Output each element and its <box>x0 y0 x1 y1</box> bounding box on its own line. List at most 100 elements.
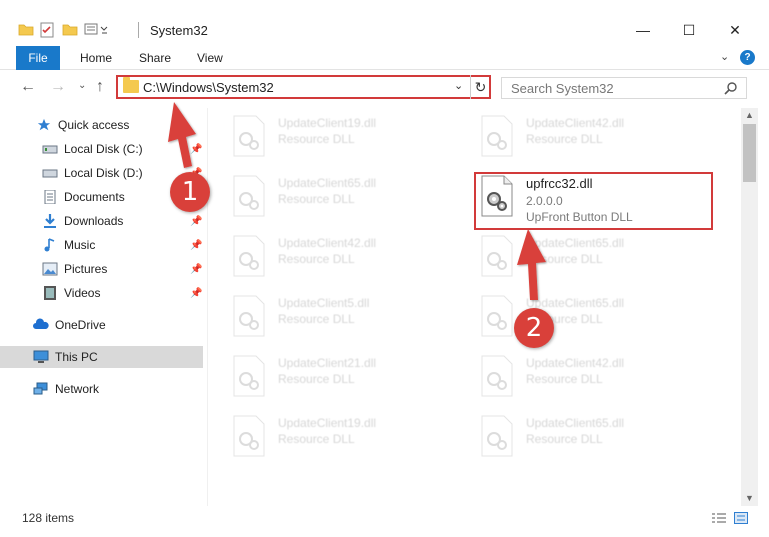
sidebar-item-label: Quick access <box>58 118 130 132</box>
status-bar: 128 items <box>0 506 769 537</box>
sidebar-item-local-disk-c[interactable]: Local Disk (C:) 📌 <box>0 138 203 160</box>
sidebar-item-label: Documents <box>64 190 125 204</box>
up-arrow-icon[interactable]: ↑ <box>96 78 104 96</box>
dll-file-icon <box>233 115 265 157</box>
file-description: Resource DLL <box>526 252 603 266</box>
maximize-button[interactable]: ☐ <box>666 16 712 44</box>
ribbon-tabs: File Home Share View ⌄ ? <box>0 46 769 70</box>
file-name: UpdateClient19.dll <box>278 116 377 130</box>
details-view-icon[interactable] <box>712 512 726 527</box>
file-item[interactable]: UpdateClient65.dll Resource DLL <box>210 170 450 224</box>
file-name: UpdateClient65.dll <box>526 416 625 430</box>
tab-view[interactable]: View <box>197 51 223 65</box>
pane-divider[interactable] <box>207 108 208 506</box>
sidebar-item-network[interactable]: Network <box>0 378 203 400</box>
sidebar-item-quick-access[interactable]: Quick access <box>0 114 203 136</box>
file-name: UpdateClient21.dll <box>278 356 377 370</box>
sidebar-item-label: Network <box>55 382 100 396</box>
close-button[interactable]: ✕ <box>712 16 758 44</box>
pin-icon[interactable]: 📌 <box>190 144 202 155</box>
minimize-button[interactable]: — <box>620 16 666 44</box>
file-item[interactable]: UpdateClient65.dll Resource DLL <box>458 410 698 464</box>
file-item[interactable]: UpdateClient42.dll Resource DLL <box>458 350 698 404</box>
file-description: Resource DLL <box>278 132 355 146</box>
dll-file-icon <box>481 355 513 397</box>
file-item[interactable]: UpdateClient42.dll Resource DLL <box>458 110 698 164</box>
sidebar-item-label: Videos <box>64 286 101 300</box>
tab-home[interactable]: Home <box>80 51 112 65</box>
dll-file-icon <box>233 295 265 337</box>
file-item[interactable]: UpdateClient19.dll Resource DLL <box>210 410 450 464</box>
file-list: UpdateClient19.dll Resource DLL UpdateCl… <box>210 108 741 506</box>
file-item[interactable]: UpdateClient42.dll Resource DLL <box>210 230 450 284</box>
videos-icon <box>44 286 56 300</box>
file-name: UpdateClient42.dll <box>526 356 625 370</box>
customize-toolbar-icon[interactable] <box>84 22 112 39</box>
computer-icon <box>33 350 49 363</box>
sidebar-item-label: Local Disk (C:) <box>64 142 143 156</box>
forward-arrow-icon[interactable]: → <box>50 78 66 96</box>
sidebar-item-label: This PC <box>55 350 98 364</box>
sidebar-item-downloads[interactable]: Downloads 📌 <box>0 210 203 232</box>
sidebar-item-music[interactable]: Music 📌 <box>0 234 203 256</box>
file-name: UpdateClient19.dll <box>278 416 377 430</box>
file-description: Resource DLL <box>278 312 355 326</box>
expand-ribbon-icon[interactable]: ⌄ <box>720 50 729 63</box>
help-icon[interactable]: ? <box>740 50 755 65</box>
downloads-icon <box>44 214 56 228</box>
pin-icon[interactable]: 📌 <box>190 264 202 275</box>
vertical-scrollbar[interactable]: ▲ ▼ <box>741 108 758 506</box>
sidebar-item-videos[interactable]: Videos 📌 <box>0 282 203 304</box>
address-path[interactable]: C:\Windows\System32 <box>143 80 274 95</box>
search-icon[interactable] <box>724 81 738 98</box>
tab-file[interactable]: File <box>16 46 60 70</box>
dll-file-icon <box>233 175 265 217</box>
file-item[interactable]: UpdateClient5.dll Resource DLL <box>210 290 450 344</box>
folder-icon[interactable] <box>18 22 34 39</box>
pin-icon[interactable]: 📌 <box>190 288 202 299</box>
back-arrow-icon[interactable]: ← <box>20 78 36 96</box>
navigation-pane: Quick access Local Disk (C:) 📌 Local Dis… <box>0 108 207 506</box>
sidebar-item-onedrive[interactable]: OneDrive <box>0 314 203 336</box>
sidebar-item-label: Pictures <box>64 262 108 276</box>
file-item[interactable]: UpdateClient21.dll Resource DLL <box>210 350 450 404</box>
new-folder-icon[interactable] <box>62 22 78 39</box>
sidebar-item-label: Local Disk (D:) <box>64 166 143 180</box>
star-icon <box>37 118 51 131</box>
dll-file-icon <box>233 235 265 277</box>
chevron-down-icon[interactable]: ⌄ <box>454 79 463 92</box>
scroll-up-icon[interactable]: ▲ <box>745 110 754 120</box>
dll-file-icon <box>481 415 513 457</box>
file-name: UpdateClient42.dll <box>278 236 377 250</box>
properties-icon[interactable] <box>40 22 54 41</box>
file-item[interactable]: UpdateClient65.dll Resource DLL <box>458 230 698 284</box>
search-placeholder: Search System32 <box>511 81 614 96</box>
step-badge-2: 2 <box>514 308 554 348</box>
sidebar-item-label: OneDrive <box>55 318 106 332</box>
search-input[interactable]: Search System32 <box>501 77 747 99</box>
sidebar-item-pictures[interactable]: Pictures 📌 <box>0 258 203 280</box>
file-description: Resource DLL <box>278 372 355 386</box>
address-bar[interactable]: C:\Windows\System32 ⌄ ↻ <box>116 75 491 99</box>
sidebar-item-this-pc[interactable]: This PC <box>0 346 203 368</box>
recent-locations-icon[interactable]: ⌄ <box>78 80 86 91</box>
tab-share[interactable]: Share <box>139 51 171 65</box>
step-badge-1: 1 <box>170 172 210 212</box>
file-name: UpdateClient65.dll <box>526 296 625 310</box>
dll-file-icon <box>481 115 513 157</box>
file-item[interactable]: UpdateClient65.dll Resource DLL <box>458 290 698 344</box>
documents-icon <box>44 190 56 204</box>
tiles-view-icon[interactable] <box>734 512 748 527</box>
file-item[interactable]: UpdateClient19.dll Resource DLL <box>210 110 450 164</box>
file-name: UpdateClient5.dll <box>278 296 370 310</box>
drive-icon <box>42 145 58 154</box>
pin-icon[interactable]: 📌 <box>190 240 202 251</box>
scroll-thumb[interactable] <box>743 124 756 182</box>
refresh-icon[interactable]: ↻ <box>470 75 490 99</box>
scroll-down-icon[interactable]: ▼ <box>745 493 754 503</box>
cloud-icon <box>33 318 49 329</box>
network-icon <box>33 382 48 395</box>
title-separator <box>138 22 139 38</box>
pin-icon[interactable]: 📌 <box>190 216 202 227</box>
dll-file-icon <box>233 355 265 397</box>
